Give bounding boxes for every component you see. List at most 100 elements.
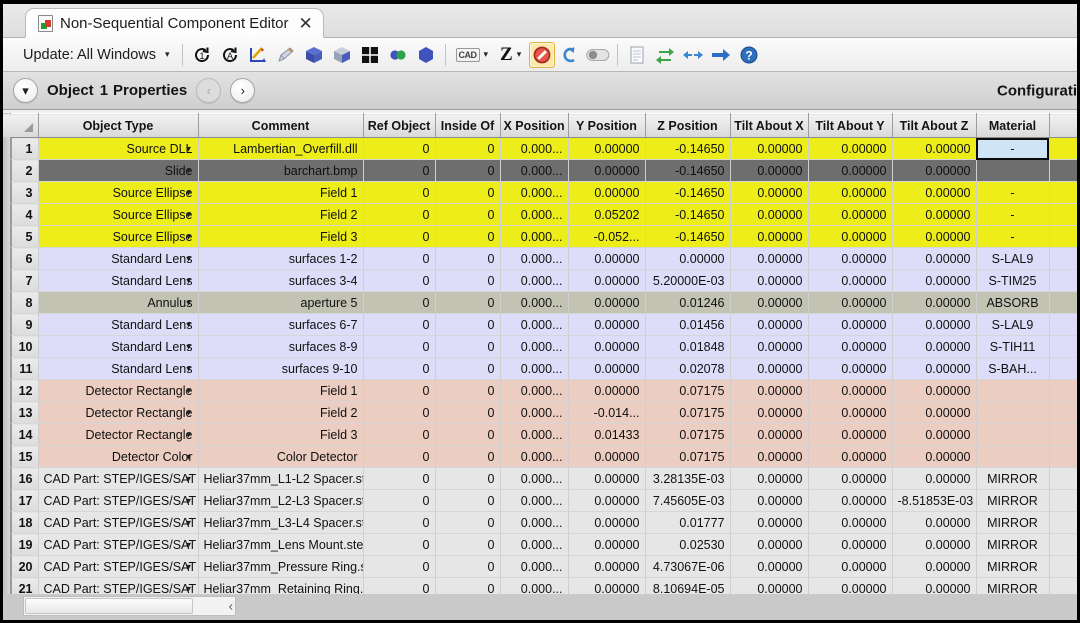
cell-material[interactable]: - xyxy=(976,181,1050,204)
cell-x-position[interactable]: 0.000... xyxy=(500,247,569,270)
cell-comment[interactable]: Lambertian_Overfill.dll xyxy=(198,137,364,160)
table-row[interactable]: 18 CAD Part: STEP/IGES/SAT ▼ Heliar37mm_L3-… xyxy=(3,511,1077,534)
cell-object-type[interactable]: Slide ▼ xyxy=(38,159,199,182)
cell-tilt-about-y[interactable]: 0.00000 xyxy=(808,423,893,446)
cell-material[interactable]: - xyxy=(976,203,1050,226)
cell-overflow[interactable] xyxy=(1049,203,1077,226)
cell-inside-of[interactable]: 0 xyxy=(435,533,501,556)
update-caret-icon[interactable]: ▾ xyxy=(161,49,176,60)
cell-tilt-about-x[interactable]: 0.00000 xyxy=(730,335,809,358)
cell-material[interactable]: S-LAL9 xyxy=(976,247,1050,270)
cell-material[interactable] xyxy=(976,379,1050,402)
table-row[interactable]: 6 Standard Lens ▼ surfaces 1-2 0 0 0.000... 0.0… xyxy=(3,247,1077,270)
cell-comment[interactable]: surfaces 3-4 xyxy=(198,269,364,292)
no-entry-icon[interactable] xyxy=(529,41,556,68)
cell-tilt-about-z[interactable]: 0.00000 xyxy=(892,225,977,248)
cell-tilt-about-y[interactable]: 0.00000 xyxy=(808,335,893,358)
table-row[interactable]: 5 Source Ellipse ▼ Field 3 0 0 0.000... -0.052.… xyxy=(3,225,1077,248)
next-object-button[interactable]: › xyxy=(230,78,256,103)
cell-inside-of[interactable]: 0 xyxy=(435,379,501,402)
column-header-object-type[interactable]: Object Type xyxy=(38,113,199,138)
cell-x-position[interactable]: 0.000... xyxy=(500,423,569,446)
cell-tilt-about-z[interactable]: 0.00000 xyxy=(892,379,977,402)
z-caret-icon[interactable]: ▾ xyxy=(515,49,524,60)
cell-z-position[interactable]: -0.14650 xyxy=(645,137,731,160)
column-header-y-position[interactable]: Y Position xyxy=(568,113,646,138)
chevron-down-icon[interactable]: ▼ xyxy=(185,320,193,329)
column-header-material[interactable]: Material xyxy=(976,113,1050,138)
cell-object-type[interactable]: CAD Part: STEP/IGES/SAT ▼ xyxy=(38,467,199,490)
table-row[interactable]: 20 CAD Part: STEP/IGES/SAT ▼ Heliar37mm_Pre… xyxy=(3,555,1077,578)
cell-comment[interactable]: Heliar37mm_L1-L2 Spacer.step xyxy=(198,467,364,490)
cell-tilt-about-x[interactable]: 0.00000 xyxy=(730,511,809,534)
cell-overflow[interactable] xyxy=(1049,511,1077,534)
cell-x-position[interactable]: 0.000... xyxy=(500,225,569,248)
collapse-arrows-icon[interactable] xyxy=(680,42,706,68)
cell-tilt-about-y[interactable]: 0.00000 xyxy=(808,379,893,402)
cell-material[interactable]: - xyxy=(976,137,1050,160)
cell-object-type[interactable]: CAD Part: STEP/IGES/SAT ▼ xyxy=(38,533,199,556)
cell-inside-of[interactable]: 0 xyxy=(435,511,501,534)
close-icon[interactable]: ✕ xyxy=(298,15,312,32)
cell-tilt-about-x[interactable]: 0.00000 xyxy=(730,401,809,424)
cell-overflow[interactable] xyxy=(1049,335,1077,358)
cell-comment[interactable]: aperture 5 xyxy=(198,291,364,314)
cell-object-type[interactable]: Annulus ▼ xyxy=(38,291,199,314)
cell-material[interactable] xyxy=(976,445,1050,468)
cell-tilt-about-y[interactable]: 0.00000 xyxy=(808,137,893,160)
cell-tilt-about-z[interactable]: 0.00000 xyxy=(892,335,977,358)
cell-x-position[interactable]: 0.000... xyxy=(500,489,569,512)
cell-tilt-about-y[interactable]: 0.00000 xyxy=(808,489,893,512)
cell-ref-object[interactable]: 0 xyxy=(363,335,436,358)
column-header-comment[interactable]: Comment xyxy=(198,113,364,138)
row-number[interactable]: 10 xyxy=(11,335,39,358)
cell-y-position[interactable]: 0.00000 xyxy=(568,555,646,578)
column-header-inside-of[interactable]: Inside Of xyxy=(435,113,501,138)
cell-object-type[interactable]: Detector Color ▼ xyxy=(38,445,199,468)
cell-overflow[interactable] xyxy=(1049,423,1077,446)
swap-arrows-icon[interactable] xyxy=(652,42,678,68)
cell-ref-object[interactable]: 0 xyxy=(363,445,436,468)
column-header-z-position[interactable]: Z Position xyxy=(645,113,731,138)
expand-properties-button[interactable]: ▾ xyxy=(13,78,38,103)
cell-tilt-about-y[interactable]: 0.00000 xyxy=(808,247,893,270)
scroll-left-icon[interactable]: ‹ xyxy=(229,599,233,614)
cell-x-position[interactable]: 0.000... xyxy=(500,533,569,556)
cell-object-type[interactable]: CAD Part: STEP/IGES/SAT ▼ xyxy=(38,555,199,578)
cell-tilt-about-z[interactable]: 0.00000 xyxy=(892,203,977,226)
help-icon[interactable]: ? xyxy=(736,42,762,68)
table-row[interactable]: 3 Source Ellipse ▼ Field 1 0 0 0.000... 0.00000… xyxy=(3,181,1077,204)
cell-tilt-about-y[interactable]: 0.00000 xyxy=(808,225,893,248)
cell-ref-object[interactable]: 0 xyxy=(363,357,436,380)
cell-z-position[interactable]: 0.01246 xyxy=(645,291,731,314)
cell-z-position[interactable]: 0.07175 xyxy=(645,423,731,446)
scrollbar-thumb[interactable] xyxy=(25,598,193,614)
cell-z-position[interactable]: -0.14650 xyxy=(645,203,731,226)
cell-object-type[interactable]: Detector Rectangle ▼ xyxy=(38,401,199,424)
cell-tilt-about-x[interactable]: 0.00000 xyxy=(730,423,809,446)
cell-tilt-about-x[interactable]: 0.00000 xyxy=(730,555,809,578)
cell-material[interactable]: - xyxy=(976,225,1050,248)
table-row[interactable]: 2 Slide ▼ barchart.bmp 0 0 0.000... 0.00000 -0.1… xyxy=(3,159,1077,182)
cell-y-position[interactable]: 0.00000 xyxy=(568,159,646,182)
axis-pencil-icon[interactable] xyxy=(245,42,271,68)
cell-z-position[interactable]: 0.02078 xyxy=(645,357,731,380)
cell-object-type[interactable]: Detector Rectangle ▼ xyxy=(38,423,199,446)
z-dropdown-button[interactable]: Z ▾ xyxy=(496,42,527,68)
cell-object-type[interactable]: Source Ellipse ▼ xyxy=(38,203,199,226)
cell-ref-object[interactable]: 0 xyxy=(363,533,436,556)
two-dots-icon[interactable] xyxy=(385,42,411,68)
cell-tilt-about-x[interactable]: 0.00000 xyxy=(730,533,809,556)
chevron-down-icon[interactable]: ▼ xyxy=(185,144,193,153)
cell-y-position[interactable]: 0.00000 xyxy=(568,313,646,336)
row-number[interactable]: 15 xyxy=(11,445,39,468)
cell-ref-object[interactable]: 0 xyxy=(363,159,436,182)
chevron-down-icon[interactable]: ▼ xyxy=(185,430,193,439)
cell-overflow[interactable] xyxy=(1049,445,1077,468)
cell-z-position[interactable]: 0.01777 xyxy=(645,511,731,534)
cell-y-position[interactable]: 0.01433 xyxy=(568,423,646,446)
cell-tilt-about-x[interactable]: 0.00000 xyxy=(730,203,809,226)
cell-tilt-about-z[interactable]: 0.00000 xyxy=(892,423,977,446)
cube-shaded-icon[interactable] xyxy=(329,42,355,68)
cell-material[interactable] xyxy=(976,159,1050,182)
